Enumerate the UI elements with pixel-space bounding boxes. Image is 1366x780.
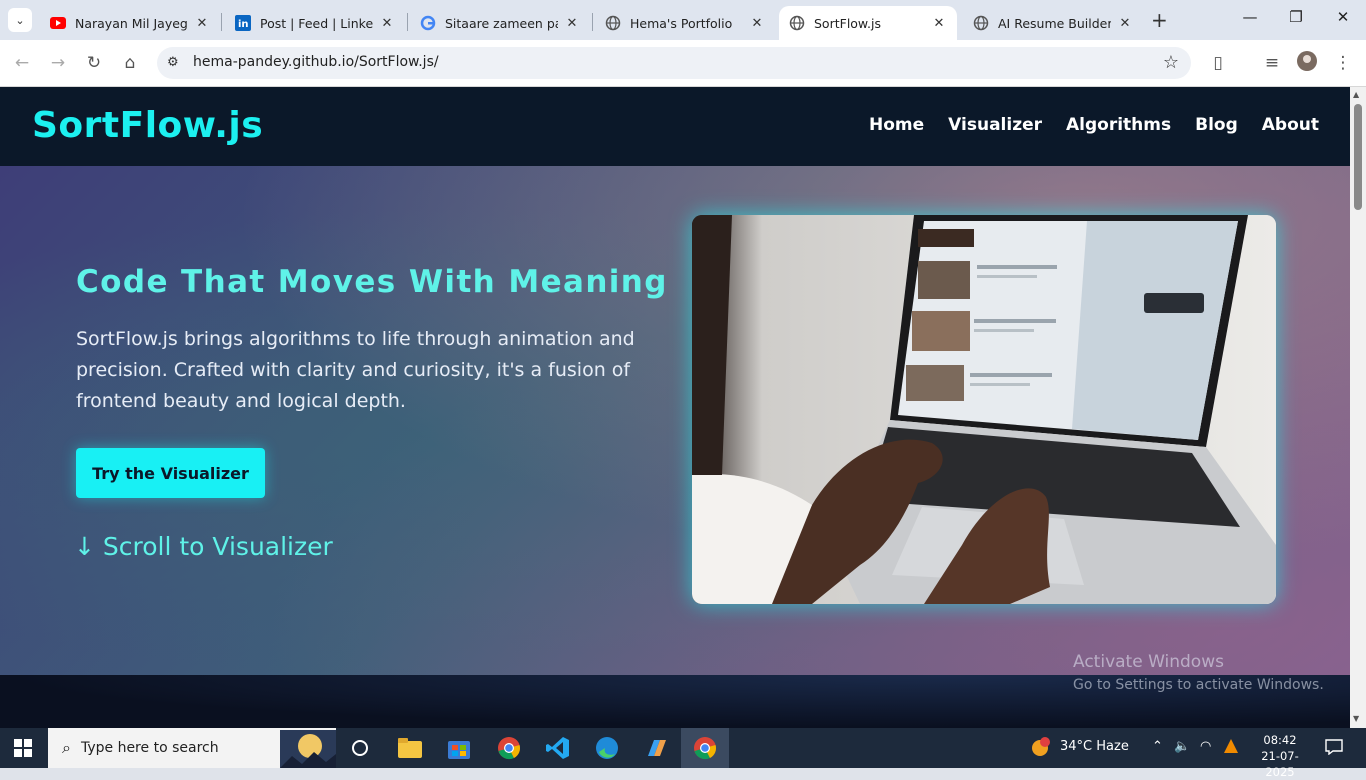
show-hidden-icons[interactable]: ⌃ xyxy=(1152,739,1163,754)
chrome-active-icon[interactable] xyxy=(681,728,729,768)
site-info-icon[interactable]: ⚙ xyxy=(167,55,179,70)
copilot-icon[interactable] xyxy=(642,734,670,762)
search-icon: ⌕ xyxy=(62,738,71,757)
scroll-up-icon[interactable]: ▲ xyxy=(1353,90,1359,99)
tab-title: Narayan Mil Jayega (L xyxy=(75,15,188,31)
back-icon[interactable]: ← xyxy=(11,53,33,73)
close-icon[interactable]: ✕ xyxy=(564,16,580,31)
nav-algorithms[interactable]: Algorithms xyxy=(1066,115,1171,135)
tab-title: Hema's Portfolio xyxy=(630,15,733,31)
task-view-icon[interactable] xyxy=(346,734,374,762)
home-icon[interactable]: ⌂ xyxy=(119,53,141,73)
tab-title: AI Resume Builder xyxy=(998,15,1111,31)
scrollbar-thumb[interactable] xyxy=(1354,104,1362,210)
url-text[interactable]: hema-pandey.github.io/SortFlow.js/ xyxy=(193,54,439,70)
minimize-button[interactable]: — xyxy=(1240,8,1260,26)
search-highlight-icon xyxy=(280,730,336,772)
globe-icon xyxy=(973,15,989,31)
tab-search-button[interactable]: ⌄ xyxy=(8,8,32,32)
media-control-icon[interactable]: ≡ xyxy=(1261,53,1283,73)
windows-taskbar: ⌕ Type here to search 34°C Haze ⌃ 🔈 ◠ 08… xyxy=(0,728,1366,779)
system-clock[interactable]: 08:42 21-07-2025 xyxy=(1248,732,1312,780)
reload-icon[interactable]: ↻ xyxy=(83,53,105,73)
tab-linkedin[interactable]: in Post | Feed | LinkedIn ✕ xyxy=(225,6,405,40)
site-logo[interactable]: SortFlow.js xyxy=(32,105,263,146)
site-navbar: SortFlow.js Home Visualizer Algorithms B… xyxy=(0,87,1350,166)
network-icon[interactable]: ◠ xyxy=(1200,739,1211,754)
svg-text:in: in xyxy=(238,19,249,30)
hero-section: Code That Moves With Meaning SortFlow.js… xyxy=(0,166,1350,675)
close-icon[interactable]: ✕ xyxy=(379,16,395,31)
nav-blog[interactable]: Blog xyxy=(1195,115,1238,135)
tab-google[interactable]: Sitaare zameen par d ✕ xyxy=(410,6,590,40)
bookmark-star-icon[interactable]: ☆ xyxy=(1163,52,1179,73)
restore-button[interactable]: ❐ xyxy=(1286,8,1306,26)
reading-mode-icon[interactable]: ▯ xyxy=(1207,53,1229,73)
globe-icon xyxy=(605,15,621,31)
edge-icon[interactable] xyxy=(593,734,621,762)
microsoft-store-icon[interactable] xyxy=(445,734,473,762)
hero-heading: Code That Moves With Meaning xyxy=(76,264,668,300)
nav-visualizer[interactable]: Visualizer xyxy=(948,115,1042,135)
tab-title: Sitaare zameen par d xyxy=(445,15,558,31)
close-icon[interactable]: ✕ xyxy=(931,16,947,31)
web-page: SortFlow.js Home Visualizer Algorithms B… xyxy=(0,87,1350,728)
hero-description: SortFlow.js brings algorithms to life th… xyxy=(76,328,635,412)
close-icon[interactable]: ✕ xyxy=(749,16,765,31)
try-visualizer-button[interactable]: Try the Visualizer xyxy=(76,448,265,498)
menu-icon[interactable]: ⋮ xyxy=(1332,53,1354,73)
forward-icon[interactable]: → xyxy=(47,53,69,73)
address-bar[interactable]: ⚙ hema-pandey.github.io/SortFlow.js/ ☆ xyxy=(157,47,1191,79)
taskbar-search[interactable]: ⌕ Type here to search xyxy=(48,728,336,768)
close-window-button[interactable]: ✕ xyxy=(1333,8,1353,26)
youtube-icon xyxy=(50,15,66,31)
activate-windows-title: Activate Windows xyxy=(1073,652,1224,672)
site-nav: Home Visualizer Algorithms Blog About xyxy=(869,115,1319,135)
search-placeholder: Type here to search xyxy=(80,740,219,756)
tab-youtube[interactable]: Narayan Mil Jayega (L ✕ xyxy=(40,6,220,40)
clock-time: 08:42 xyxy=(1263,733,1297,747)
tab-title: SortFlow.js xyxy=(814,15,881,31)
close-icon[interactable]: ✕ xyxy=(194,16,210,31)
volume-icon[interactable]: 🔈 xyxy=(1174,739,1190,754)
chrome-icon[interactable] xyxy=(495,734,523,762)
weather-text[interactable]: 34°C Haze xyxy=(1060,739,1129,754)
clock-date: 21-07-2025 xyxy=(1261,749,1299,779)
nav-about[interactable]: About xyxy=(1262,115,1319,135)
file-explorer-icon[interactable] xyxy=(396,734,424,762)
start-button[interactable] xyxy=(14,739,32,757)
close-icon[interactable]: ✕ xyxy=(1117,16,1133,31)
google-icon xyxy=(420,15,436,31)
linkedin-icon: in xyxy=(235,15,251,31)
new-tab-button[interactable]: + xyxy=(1151,10,1168,30)
activate-windows-subtitle: Go to Settings to activate Windows. xyxy=(1073,677,1324,693)
tab-title: Post | Feed | LinkedIn xyxy=(260,15,373,31)
tab-resume-builder[interactable]: AI Resume Builder ✕ xyxy=(963,6,1143,40)
hero-laptop-image xyxy=(692,215,1276,604)
page-scrollbar[interactable]: ▲ ▼ xyxy=(1350,87,1366,728)
browser-toolbar: ← → ↻ ⌂ ⚙ hema-pandey.github.io/SortFlow… xyxy=(0,40,1366,87)
tab-strip: ⌄ Narayan Mil Jayega (L ✕ in Post | Feed… xyxy=(0,0,1366,40)
nav-home[interactable]: Home xyxy=(869,115,924,135)
tab-sortflow[interactable]: SortFlow.js ✕ xyxy=(779,6,957,40)
vlc-icon[interactable] xyxy=(1224,739,1238,757)
vscode-icon[interactable] xyxy=(544,734,572,762)
scroll-to-visualizer-link[interactable]: ↓ Scroll to Visualizer xyxy=(74,532,333,561)
tab-portfolio[interactable]: Hema's Portfolio ✕ xyxy=(595,6,775,40)
weather-icon[interactable] xyxy=(1028,736,1052,762)
profile-avatar[interactable] xyxy=(1296,51,1318,76)
globe-icon xyxy=(789,15,805,31)
notifications-icon[interactable] xyxy=(1325,739,1343,759)
scroll-down-icon[interactable]: ▼ xyxy=(1353,714,1359,723)
